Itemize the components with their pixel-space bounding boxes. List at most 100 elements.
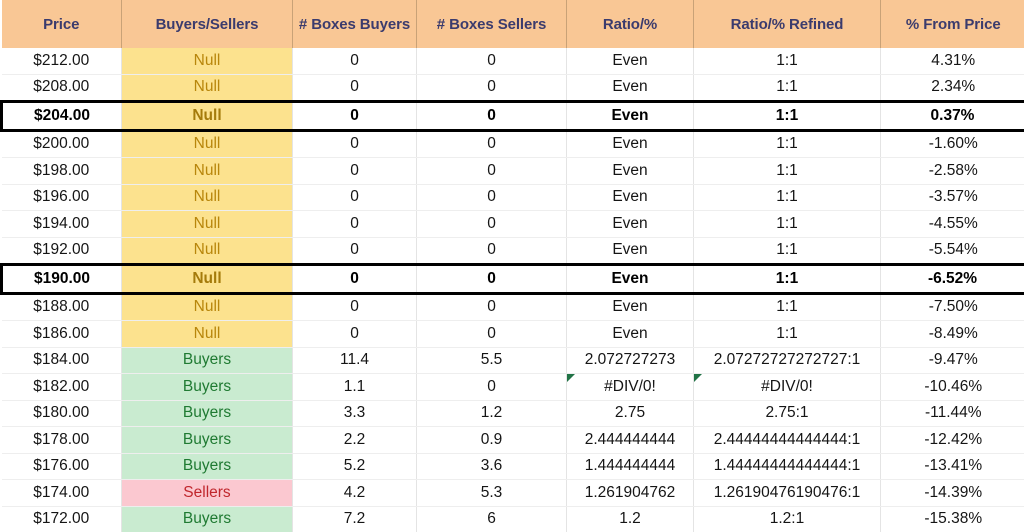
cell-price[interactable]: $190.00 [2, 265, 122, 294]
cell-price[interactable]: $176.00 [2, 453, 122, 480]
cell-ratio-refined[interactable]: 1:1 [694, 293, 881, 321]
column-header-ratio[interactable]: Ratio/% [567, 0, 694, 48]
table-row[interactable]: $172.00Buyers7.261.21.2:1-15.38% [2, 506, 1024, 532]
cell-buyers-sellers[interactable]: Buyers [122, 427, 293, 454]
cell-boxes-buyers[interactable]: 0 [293, 130, 417, 158]
cell-boxes-sellers[interactable]: 0 [417, 237, 567, 265]
cell-boxes-sellers[interactable]: 0 [417, 48, 567, 74]
cell-ratio-refined[interactable]: 1:1 [694, 211, 881, 238]
cell-boxes-sellers[interactable]: 0 [417, 265, 567, 294]
cell-ratio[interactable]: Even [567, 130, 694, 158]
cell-ratio[interactable]: Even [567, 265, 694, 294]
cell-pct-from-price[interactable]: -11.44% [881, 400, 1024, 427]
cell-buyers-sellers[interactable]: Sellers [122, 480, 293, 507]
cell-boxes-sellers[interactable]: 0 [417, 374, 567, 401]
cell-buyers-sellers[interactable]: Null [122, 211, 293, 238]
cell-buyers-sellers[interactable]: Buyers [122, 506, 293, 532]
cell-pct-from-price[interactable]: -2.58% [881, 158, 1024, 185]
cell-boxes-sellers[interactable]: 0 [417, 211, 567, 238]
cell-buyers-sellers[interactable]: Null [122, 130, 293, 158]
cell-price[interactable]: $186.00 [2, 321, 122, 348]
cell-pct-from-price[interactable]: -12.42% [881, 427, 1024, 454]
cell-boxes-buyers[interactable]: 11.4 [293, 347, 417, 374]
cell-ratio-refined[interactable]: 2.75:1 [694, 400, 881, 427]
cell-boxes-buyers[interactable]: 7.2 [293, 506, 417, 532]
cell-pct-from-price[interactable]: -13.41% [881, 453, 1024, 480]
column-header-price[interactable]: Price [2, 0, 122, 48]
cell-pct-from-price[interactable]: -7.50% [881, 293, 1024, 321]
cell-price[interactable]: $184.00 [2, 347, 122, 374]
cell-price[interactable]: $204.00 [2, 102, 122, 131]
cell-boxes-sellers[interactable]: 6 [417, 506, 567, 532]
cell-price[interactable]: $200.00 [2, 130, 122, 158]
cell-boxes-buyers[interactable]: 2.2 [293, 427, 417, 454]
cell-ratio-refined[interactable]: 1.26190476190476:1 [694, 480, 881, 507]
cell-price[interactable]: $174.00 [2, 480, 122, 507]
cell-boxes-buyers[interactable]: 0 [293, 74, 417, 102]
cell-pct-from-price[interactable]: -1.60% [881, 130, 1024, 158]
cell-boxes-buyers[interactable]: 0 [293, 237, 417, 265]
cell-boxes-buyers[interactable]: 0 [293, 102, 417, 131]
cell-ratio-refined[interactable]: 2.07272727272727:1 [694, 347, 881, 374]
cell-ratio[interactable]: Even [567, 321, 694, 348]
cell-boxes-buyers[interactable]: 0 [293, 211, 417, 238]
cell-buyers-sellers[interactable]: Null [122, 158, 293, 185]
cell-ratio[interactable]: Even [567, 293, 694, 321]
cell-pct-from-price[interactable]: -5.54% [881, 237, 1024, 265]
cell-buyers-sellers[interactable]: Null [122, 184, 293, 211]
cell-ratio[interactable]: 2.444444444 [567, 427, 694, 454]
cell-price[interactable]: $172.00 [2, 506, 122, 532]
cell-buyers-sellers[interactable]: Null [122, 48, 293, 74]
cell-ratio[interactable]: 1.2 [567, 506, 694, 532]
cell-price[interactable]: $188.00 [2, 293, 122, 321]
cell-ratio[interactable]: Even [567, 237, 694, 265]
table-row[interactable]: $180.00Buyers3.31.22.752.75:1-11.44% [2, 400, 1024, 427]
column-header-buyers-sellers[interactable]: Buyers/Sellers [122, 0, 293, 48]
cell-ratio-refined[interactable]: 1:1 [694, 102, 881, 131]
cell-ratio-refined[interactable]: 1.2:1 [694, 506, 881, 532]
table-row[interactable]: $186.00Null00Even1:1-8.49% [2, 321, 1024, 348]
cell-pct-from-price[interactable]: -8.49% [881, 321, 1024, 348]
cell-ratio[interactable]: Even [567, 211, 694, 238]
column-header-pct-from-price[interactable]: % From Price [881, 0, 1024, 48]
cell-ratio-refined[interactable]: 1:1 [694, 48, 881, 74]
cell-ratio[interactable]: Even [567, 184, 694, 211]
cell-boxes-sellers[interactable]: 0.9 [417, 427, 567, 454]
cell-boxes-sellers[interactable]: 5.3 [417, 480, 567, 507]
table-row[interactable]: $212.00Null00Even1:14.31% [2, 48, 1024, 74]
cell-price[interactable]: $192.00 [2, 237, 122, 265]
cell-boxes-buyers[interactable]: 0 [293, 265, 417, 294]
cell-pct-from-price[interactable]: 2.34% [881, 74, 1024, 102]
cell-ratio-refined[interactable]: 1:1 [694, 321, 881, 348]
cell-boxes-buyers[interactable]: 4.2 [293, 480, 417, 507]
cell-ratio[interactable]: 1.444444444 [567, 453, 694, 480]
cell-buyers-sellers[interactable]: Buyers [122, 347, 293, 374]
cell-boxes-buyers[interactable]: 0 [293, 321, 417, 348]
cell-ratio-refined[interactable]: 1:1 [694, 265, 881, 294]
cell-boxes-sellers[interactable]: 5.5 [417, 347, 567, 374]
cell-boxes-buyers[interactable]: 3.3 [293, 400, 417, 427]
column-header-boxes-sellers[interactable]: # Boxes Sellers [417, 0, 567, 48]
table-row[interactable]: $174.00Sellers4.25.31.2619047621.2619047… [2, 480, 1024, 507]
table-row[interactable]: $200.00Null00Even1:1-1.60% [2, 130, 1024, 158]
cell-buyers-sellers[interactable]: Buyers [122, 400, 293, 427]
cell-ratio-refined[interactable]: 1:1 [694, 184, 881, 211]
cell-price[interactable]: $178.00 [2, 427, 122, 454]
cell-boxes-sellers[interactable]: 0 [417, 293, 567, 321]
cell-price[interactable]: $180.00 [2, 400, 122, 427]
cell-boxes-sellers[interactable]: 1.2 [417, 400, 567, 427]
table-row[interactable]: $198.00Null00Even1:1-2.58% [2, 158, 1024, 185]
cell-pct-from-price[interactable]: 0.37% [881, 102, 1024, 131]
cell-pct-from-price[interactable]: -6.52% [881, 265, 1024, 294]
cell-ratio[interactable]: Even [567, 74, 694, 102]
cell-boxes-sellers[interactable]: 3.6 [417, 453, 567, 480]
cell-boxes-sellers[interactable]: 0 [417, 158, 567, 185]
cell-price[interactable]: $212.00 [2, 48, 122, 74]
cell-ratio[interactable]: Even [567, 158, 694, 185]
table-row[interactable]: $188.00Null00Even1:1-7.50% [2, 293, 1024, 321]
cell-buyers-sellers[interactable]: Null [122, 237, 293, 265]
table-row[interactable]: $190.00Null00Even1:1-6.52% [2, 265, 1024, 294]
cell-boxes-sellers[interactable]: 0 [417, 102, 567, 131]
cell-ratio-refined[interactable]: 1:1 [694, 158, 881, 185]
table-row[interactable]: $204.00Null00Even1:10.37% [2, 102, 1024, 131]
